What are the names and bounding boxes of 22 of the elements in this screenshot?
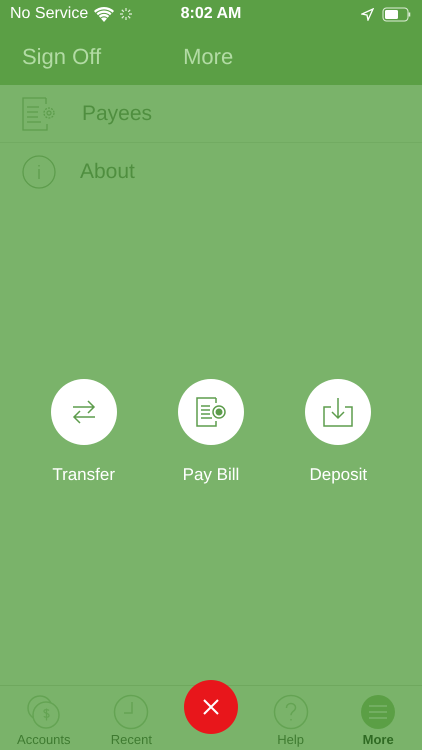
loading-spinner-icon (120, 8, 132, 20)
close-icon (202, 699, 219, 715)
tab-item[interactable]: More (343, 686, 414, 747)
action-button[interactable]: Pay Bill (156, 379, 266, 485)
info-icon (22, 154, 56, 188)
carrier-text: No Service (10, 5, 88, 23)
menu-icon (360, 694, 396, 730)
clock-icon (113, 694, 150, 730)
location-arrow-icon (361, 8, 374, 20)
action-button[interactable]: Transfer (28, 379, 139, 485)
help-icon (272, 694, 309, 730)
tab-item[interactable]: Help (256, 686, 326, 747)
action-button[interactable]: Deposit (283, 379, 394, 485)
wifi-icon (94, 6, 114, 22)
clock-time: 8:02 AM (180, 5, 242, 23)
download-tray-icon (323, 397, 354, 427)
bill-icon (194, 397, 227, 427)
screen-title: More (183, 44, 234, 70)
tab-item[interactable]: Recent (96, 686, 166, 747)
battery-icon (382, 6, 412, 22)
tab-item[interactable]: Accounts (8, 686, 79, 747)
sign-off-button[interactable]: Sign Off (22, 44, 102, 70)
